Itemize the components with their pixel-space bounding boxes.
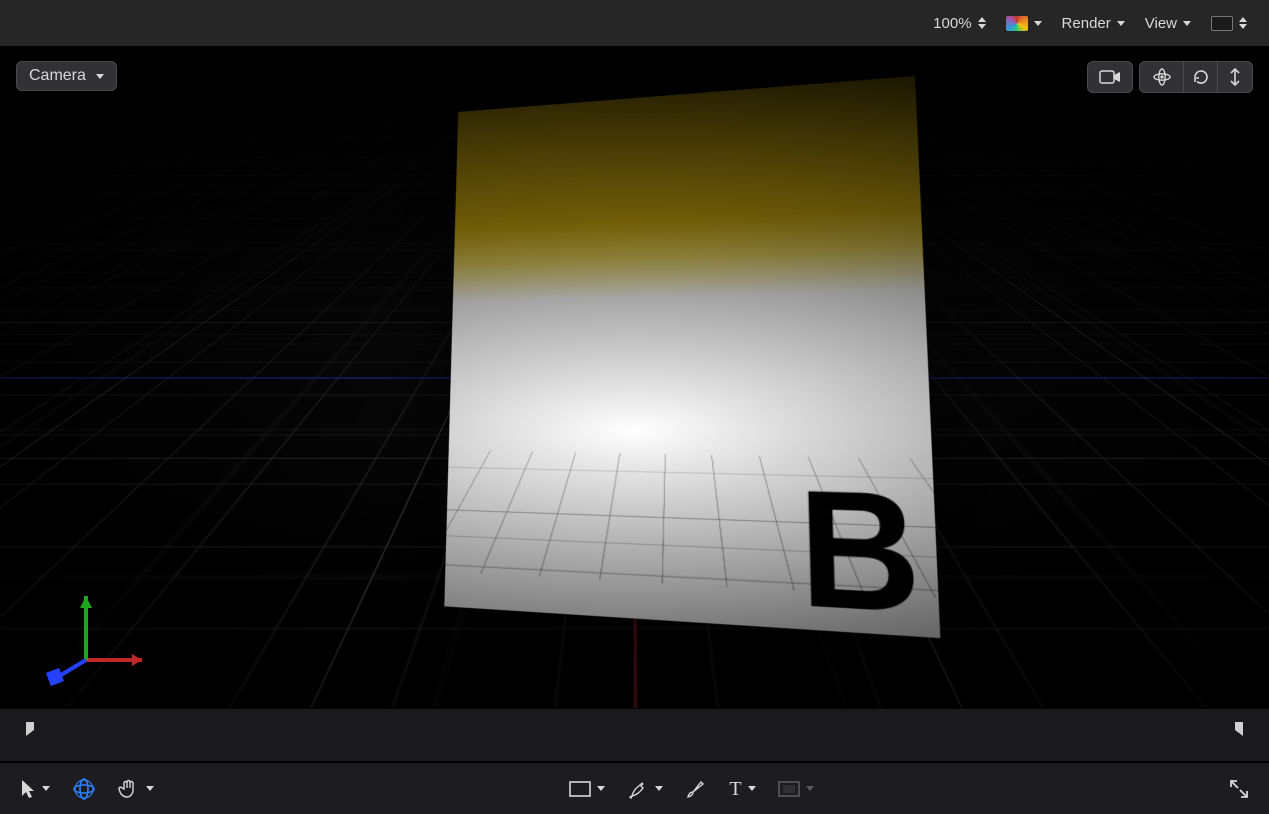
scene-3d: B [0, 47, 1269, 708]
scene-stage: B [407, 108, 894, 669]
dolly-icon [1228, 68, 1242, 86]
chevron-down-icon [597, 786, 605, 791]
render-menu[interactable]: Render [1054, 11, 1133, 36]
out-point-marker[interactable] [1233, 722, 1247, 748]
color-channels-menu[interactable] [998, 12, 1050, 35]
fullscreen-button[interactable] [1223, 775, 1255, 803]
zoom-value: 100% [933, 15, 971, 32]
orbit-button[interactable] [1140, 62, 1184, 92]
chevron-down-icon [42, 786, 50, 791]
chevron-down-icon [1117, 21, 1125, 26]
orbit-icon [1152, 67, 1172, 87]
shape-tool[interactable] [563, 777, 611, 801]
bottom-toolbar: T [0, 762, 1269, 814]
in-point-marker[interactable] [22, 722, 36, 748]
empty-well-icon [1211, 16, 1233, 31]
dolly-button[interactable] [1218, 62, 1252, 92]
stepper-icon [1239, 17, 1247, 29]
paint-stroke-tool[interactable] [679, 774, 713, 804]
frame-camera-button[interactable] [1088, 62, 1132, 92]
chevron-down-icon [146, 786, 154, 791]
pan-tool[interactable] [112, 774, 160, 804]
brush-icon [685, 778, 707, 800]
video-camera-icon [1099, 70, 1121, 84]
chevron-down-icon [748, 786, 756, 791]
view-tools [1087, 61, 1253, 93]
view-transform-group [1139, 61, 1253, 93]
mini-timeline[interactable] [0, 708, 1269, 762]
render-label: Render [1062, 15, 1111, 32]
view-label: View [1145, 15, 1177, 32]
mask-tool[interactable] [772, 777, 820, 801]
rotate-icon [1192, 68, 1210, 86]
canvas-viewport[interactable]: B Camera [0, 47, 1269, 708]
grid-mid [0, 47, 1269, 57]
broadcast-safe-control[interactable] [1203, 12, 1255, 35]
camera-menu-label: Camera [29, 67, 86, 85]
fullscreen-icon [1229, 779, 1249, 799]
chevron-down-icon [806, 786, 814, 791]
text-icon: T [729, 779, 741, 799]
zoom-control[interactable]: 100% [925, 11, 993, 36]
color-wheel-icon [1006, 16, 1028, 31]
chevron-down-icon [96, 74, 104, 79]
3d-transform-icon [72, 777, 96, 801]
app-root: 100% Render View [0, 0, 1269, 814]
camera-menu[interactable]: Camera [16, 61, 117, 91]
rectangle-icon [569, 781, 591, 797]
frame-camera-button-group [1087, 61, 1133, 93]
image-plane[interactable]: B [444, 75, 940, 637]
chevron-down-icon [655, 786, 663, 791]
hand-icon [118, 778, 140, 800]
chevron-down-icon [1034, 21, 1042, 26]
text-tool[interactable]: T [723, 775, 761, 803]
select-tool[interactable] [14, 775, 56, 803]
stepper-icon [978, 17, 986, 29]
pen-icon [627, 778, 649, 800]
cursor-icon [20, 779, 36, 799]
orientation-gizmo[interactable] [46, 582, 156, 692]
3d-transform-tool[interactable] [66, 773, 102, 805]
rectangle-mask-icon [778, 781, 800, 797]
top-toolbar: 100% Render View [0, 0, 1269, 47]
pan-button[interactable] [1184, 62, 1218, 92]
view-menu[interactable]: View [1137, 11, 1199, 36]
gradient-fill [450, 75, 928, 379]
pen-tool[interactable] [621, 774, 669, 804]
plate-letter: B [796, 453, 924, 638]
chevron-down-icon [1183, 21, 1191, 26]
